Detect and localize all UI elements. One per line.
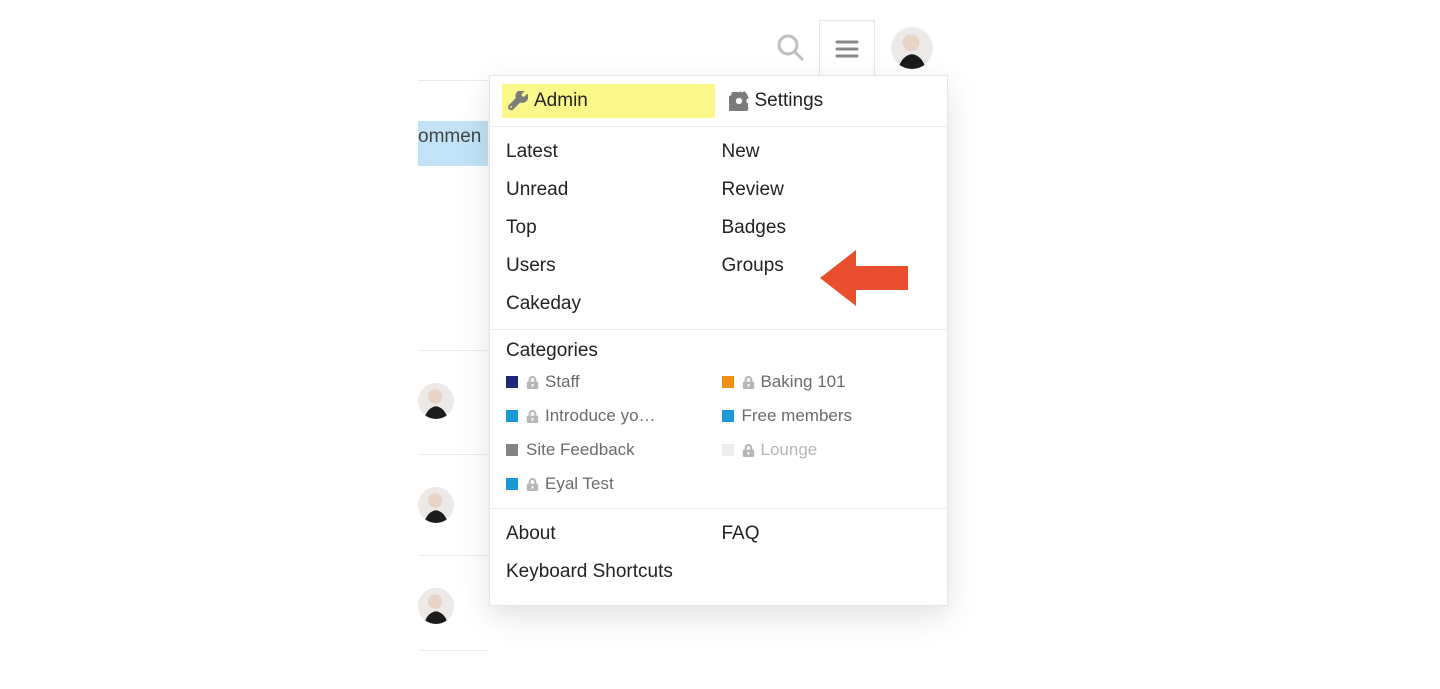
category-color-swatch [506,410,518,422]
gear-icon [729,91,749,111]
menu-item-admin-label: Admin [534,90,588,112]
menu-item-keyboard-shortcuts[interactable]: Keyboard Shortcuts [506,553,716,591]
wrench-icon [508,91,528,111]
search-icon [776,33,806,63]
annotation-arrow [818,244,910,312]
menu-item-top[interactable]: Top [506,209,716,247]
category-item[interactable]: Site Feedback [506,440,716,460]
avatar [418,588,454,624]
category-label: Free members [742,406,853,426]
avatar [418,383,454,419]
categories-grid: Staff Baking 101 Introduce yo… Free members… [490,364,947,508]
category-color-swatch [722,410,734,422]
search-button[interactable] [763,20,819,76]
category-color-swatch [506,444,518,456]
category-item[interactable]: Lounge [722,440,932,460]
current-user-avatar[interactable] [891,27,933,69]
menu-item-review[interactable]: Review [722,171,932,209]
category-item[interactable]: Baking 101 [722,372,932,392]
category-label: Lounge [761,440,818,460]
category-label: Introduce yo… [545,406,656,426]
menu-item-settings[interactable]: Settings [723,84,936,118]
selected-tag-text: ommen [418,126,481,148]
category-color-swatch [722,376,734,388]
list-row-divider [418,454,488,455]
category-item[interactable]: Free members [722,406,932,426]
menu-item-admin[interactable]: Admin [502,84,715,118]
category-color-swatch [506,376,518,388]
category-label: Eyal Test [545,474,614,494]
list-row-divider [418,555,488,556]
panel-footer-grid: About Keyboard Shortcuts FAQ [490,509,947,605]
hamburger-icon [833,35,861,63]
menu-item-faq[interactable]: FAQ [722,515,932,553]
panel-top-row: Admin Settings [490,76,947,126]
list-row-divider [418,350,488,351]
category-item[interactable]: Eyal Test [506,474,716,494]
category-color-swatch [506,478,518,490]
category-label: Staff [545,372,580,392]
menu-item-users[interactable]: Users [506,247,716,285]
menu-item-settings-label: Settings [755,90,824,112]
category-item[interactable]: Staff [506,372,716,392]
hamburger-menu-panel: Admin Settings Latest Unread Top Users C… [489,75,948,606]
menu-item-unread[interactable]: Unread [506,171,716,209]
category-label: Baking 101 [761,372,846,392]
menu-item-new[interactable]: New [722,133,932,171]
category-item[interactable]: Introduce yo… [506,406,716,426]
list-row-divider [418,650,488,651]
menu-item-cakeday[interactable]: Cakeday [506,285,716,323]
menu-item-badges[interactable]: Badges [722,209,932,247]
header-controls [763,20,933,76]
menu-item-about[interactable]: About [506,515,716,553]
avatar [418,487,454,523]
arrow-left-icon [818,244,910,312]
menu-item-latest[interactable]: Latest [506,133,716,171]
hamburger-button[interactable] [819,20,875,76]
categories-heading: Categories [490,330,947,364]
category-label: Site Feedback [526,440,635,460]
category-color-swatch [722,444,734,456]
